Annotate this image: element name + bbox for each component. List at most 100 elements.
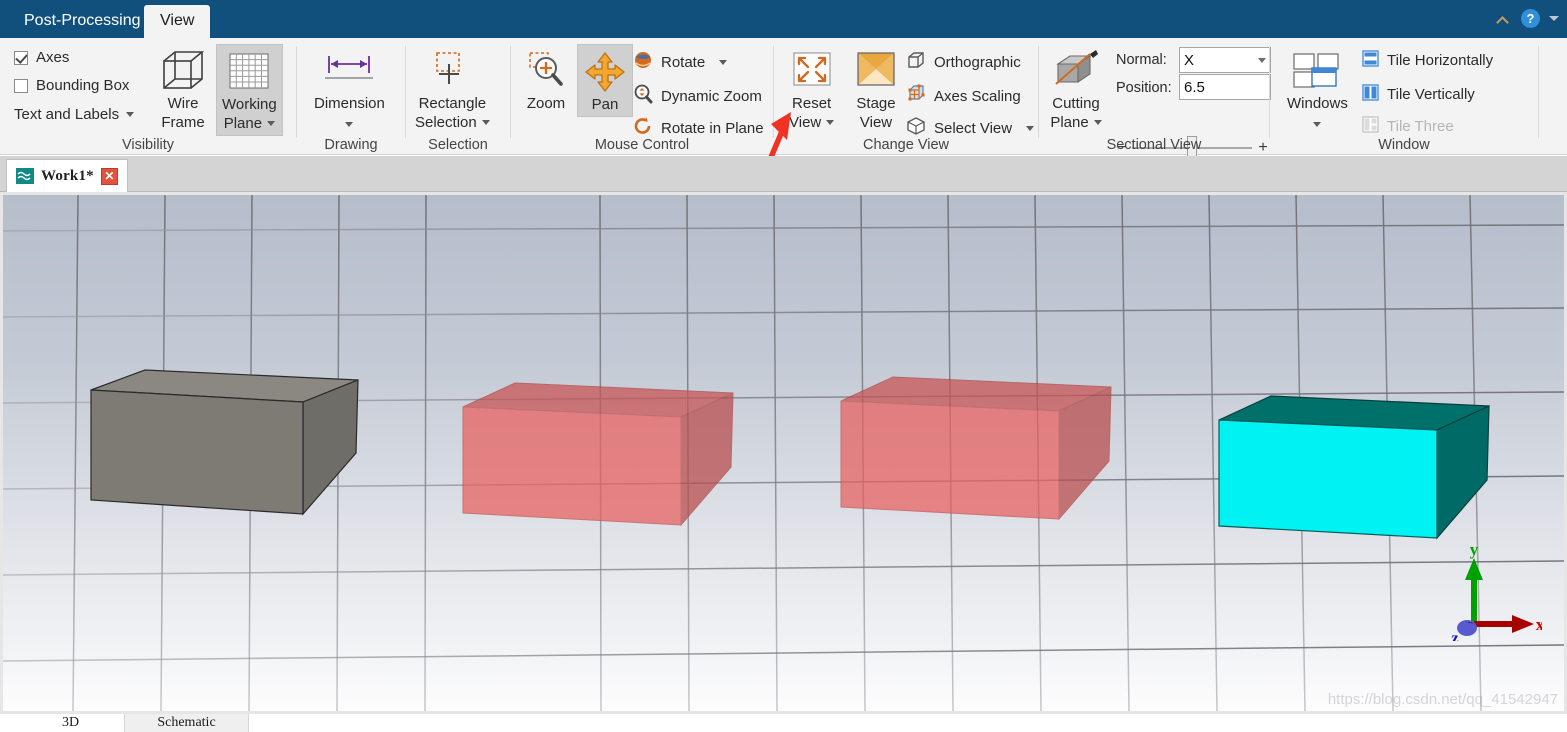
red-block-2[interactable] [840, 376, 1112, 521]
axis-label-x: x [1536, 615, 1542, 634]
windows-cascade-icon [1290, 48, 1344, 94]
checkbox-bounding-box-box[interactable] [14, 78, 28, 93]
ribbon-group-mouse-control: Zoom Pan Rotate Dynamic Zoom Rotate in P… [511, 38, 773, 155]
close-icon[interactable]: ✕ [100, 167, 118, 185]
checkbox-bounding-box-label: Bounding Box [36, 77, 130, 94]
wireframe-cube-icon [160, 48, 206, 94]
button-windows-caret-row [1313, 113, 1322, 132]
chevron-down-icon[interactable] [126, 112, 135, 117]
button-wire-frame[interactable]: Wire Frame [155, 44, 211, 134]
button-wire-frame-line2: Frame [161, 114, 205, 131]
document-tab-work1[interactable]: Work1* ✕ [6, 159, 128, 192]
ribbon-tab-post-processing[interactable]: Post-Processing [8, 5, 157, 38]
group-title-mouse-control: Mouse Control [594, 137, 690, 153]
scene-objects[interactable] [3, 195, 1564, 711]
chevron-down-icon[interactable] [1258, 57, 1266, 63]
chevron-down-icon[interactable] [1026, 125, 1035, 131]
button-windows[interactable]: Windows [1282, 44, 1353, 134]
button-dynamic-zoom[interactable]: Dynamic Zoom [633, 84, 762, 108]
tile-horizontal-icon [1362, 50, 1379, 71]
button-tile-vertically[interactable]: Tile Vertically [1362, 84, 1475, 105]
menu-text-and-labels-label: Text and Labels [14, 106, 120, 123]
group-title-change-view: Change View [863, 137, 949, 153]
group-title-window: Window [1378, 137, 1430, 153]
axes-scaling-icon [906, 84, 926, 108]
dropdown-normal-axis[interactable]: X [1179, 47, 1271, 73]
button-dimension-label: Dimension [314, 95, 385, 112]
application-window: Post-Processing View ? Axes Bounding Box… [0, 0, 1567, 732]
tab-schematic[interactable]: Schematic [124, 714, 249, 732]
button-cutting-plane-line1: Cutting [1052, 95, 1100, 112]
button-zoom[interactable]: Zoom [519, 44, 573, 115]
button-reset-view-text: View [789, 114, 822, 131]
orthographic-cube-icon [906, 50, 926, 74]
group-title-drawing: Drawing [324, 137, 378, 153]
input-position-value[interactable]: 6.5 [1179, 74, 1271, 100]
reset-view-icon [791, 48, 833, 94]
button-cutting-plane-text: Plane [1050, 114, 1089, 131]
chevron-down-icon[interactable] [481, 120, 490, 125]
tab-3d[interactable]: 3D [18, 714, 123, 732]
chevron-up-icon[interactable] [1496, 11, 1512, 27]
checkbox-axes[interactable]: Axes [14, 49, 69, 66]
button-reset-view[interactable]: Reset View [784, 44, 839, 134]
button-pan[interactable]: Pan [577, 44, 633, 117]
chevron-down-icon[interactable] [345, 122, 354, 127]
button-axes-scaling[interactable]: Axes Scaling [906, 84, 1021, 108]
button-cutting-plane[interactable]: Cutting Plane [1045, 44, 1107, 134]
button-orthographic-label: Orthographic [934, 53, 1021, 71]
label-normal: Normal: [1116, 52, 1167, 68]
button-select-view-label: Select View [934, 119, 1013, 137]
menu-text-and-labels[interactable]: Text and Labels [14, 106, 135, 123]
dropdown-normal-axis-value: X [1184, 51, 1195, 69]
ribbon-group-sectional-view: Cutting Plane Normal: X Position: 6.5 − [1039, 38, 1271, 160]
button-tile-three: Tile Three [1362, 116, 1454, 137]
help-question-icon[interactable]: ? [1521, 9, 1540, 28]
grid-plane-icon [225, 49, 273, 95]
button-stage-view[interactable]: Stage View [850, 44, 902, 134]
dynamic-zoom-icon [633, 84, 653, 108]
button-dynamic-zoom-label: Dynamic Zoom [661, 87, 762, 105]
pan-arrows-icon [583, 49, 627, 95]
gray-block[interactable] [90, 369, 359, 516]
titlebar-actions: ? [1496, 9, 1559, 28]
input-position-text: 6.5 [1184, 78, 1205, 96]
chevron-down-icon[interactable] [1313, 122, 1322, 127]
chevron-down-icon[interactable] [1093, 120, 1102, 125]
button-working-plane-text: Plane [223, 115, 263, 132]
group-title-selection: Selection [428, 137, 488, 153]
button-rectangle-selection-text: Selection [415, 114, 477, 131]
button-rectangle-selection-line1: Rectangle [418, 95, 487, 112]
viewport-scene: y x z https://blog.csdn.net/qq_41542947 [3, 195, 1564, 711]
button-tile-vertically-label: Tile Vertically [1387, 86, 1475, 103]
chevron-down-icon[interactable] [267, 121, 276, 126]
button-dimension[interactable]: Dimension [309, 44, 390, 134]
stage-view-icon [855, 48, 897, 94]
button-wire-frame-line1: Wire [167, 95, 199, 112]
red-block-1[interactable] [462, 382, 734, 527]
button-tile-horizontally[interactable]: Tile Horizontally [1362, 50, 1493, 71]
tile-vertical-icon [1362, 84, 1379, 105]
button-reset-view-line2: View [789, 113, 835, 132]
button-rotate-label: Rotate [661, 53, 706, 71]
chevron-down-icon[interactable] [826, 120, 835, 125]
chevron-down-icon[interactable] [719, 59, 728, 65]
waves-document-icon [16, 168, 34, 184]
button-rectangle-selection[interactable]: Rectangle Selection [410, 44, 495, 134]
button-rectangle-selection-line2: Selection [415, 113, 490, 132]
chevron-down-icon[interactable] [1549, 16, 1559, 21]
button-working-plane[interactable]: Working Plane [216, 44, 283, 136]
3d-viewport[interactable]: y x z https://blog.csdn.net/qq_41542947 [0, 192, 1567, 714]
rotate-globe-icon [633, 50, 653, 74]
axis-triad: y x z [1452, 546, 1542, 641]
checkbox-bounding-box[interactable]: Bounding Box [14, 77, 129, 94]
ribbon-tab-view[interactable]: View [144, 5, 211, 38]
ribbon: Axes Bounding Box Text and Labels Wire F… [0, 38, 1567, 219]
button-rotate[interactable]: Rotate [633, 50, 728, 74]
axis-label-y: y [1470, 546, 1479, 559]
button-orthographic[interactable]: Orthographic [906, 50, 1021, 74]
button-zoom-label: Zoom [526, 95, 566, 112]
rectangle-selection-icon [429, 48, 475, 94]
cyan-block[interactable] [1218, 395, 1490, 540]
checkbox-axes-box[interactable] [14, 50, 28, 65]
